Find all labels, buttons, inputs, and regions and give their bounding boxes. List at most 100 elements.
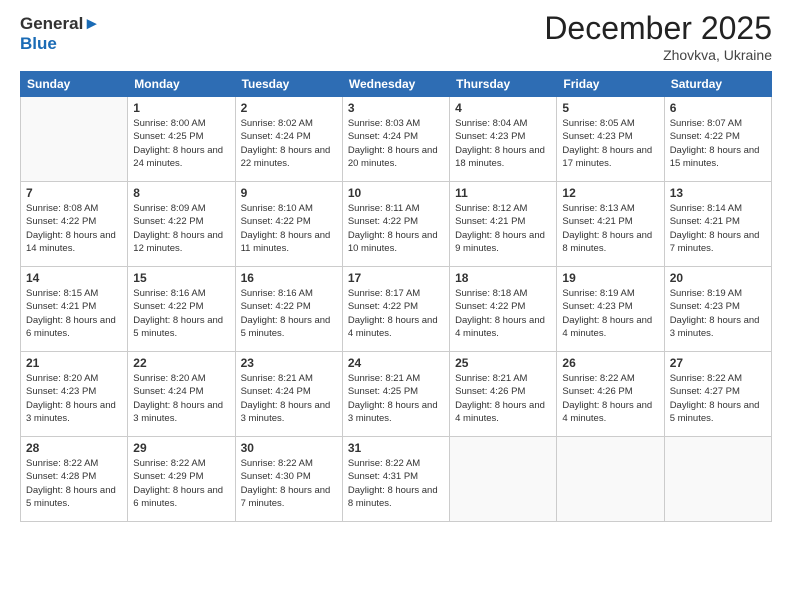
cell-content: Sunrise: 8:22 AM Sunset: 4:30 PM Dayligh… (241, 457, 337, 510)
cell-content: Sunrise: 8:04 AM Sunset: 4:23 PM Dayligh… (455, 117, 551, 170)
sunset-label: Sunset: 4:22 PM (348, 216, 418, 227)
day-number: 31 (348, 441, 444, 455)
day-number: 28 (26, 441, 122, 455)
daylight-label: Daylight: 8 hours and 3 minutes. (670, 315, 760, 339)
sunset-label: Sunset: 4:27 PM (670, 386, 740, 397)
sunset-label: Sunset: 4:23 PM (562, 131, 632, 142)
sunset-label: Sunset: 4:26 PM (455, 386, 525, 397)
sunrise-label: Sunrise: 8:22 AM (133, 458, 205, 469)
cell-content: Sunrise: 8:07 AM Sunset: 4:22 PM Dayligh… (670, 117, 766, 170)
col-monday: Monday (128, 72, 235, 97)
sunrise-label: Sunrise: 8:21 AM (348, 373, 420, 384)
sunset-label: Sunset: 4:21 PM (26, 301, 96, 312)
cell-content: Sunrise: 8:09 AM Sunset: 4:22 PM Dayligh… (133, 202, 229, 255)
title-block: December 2025 Zhovkva, Ukraine (544, 10, 772, 63)
table-row: 16 Sunrise: 8:16 AM Sunset: 4:22 PM Dayl… (235, 267, 342, 352)
sunrise-label: Sunrise: 8:19 AM (670, 288, 742, 299)
daylight-label: Daylight: 8 hours and 7 minutes. (241, 485, 331, 509)
table-row: 29 Sunrise: 8:22 AM Sunset: 4:29 PM Dayl… (128, 437, 235, 522)
sunrise-label: Sunrise: 8:22 AM (26, 458, 98, 469)
sunset-label: Sunset: 4:22 PM (133, 301, 203, 312)
table-row: 6 Sunrise: 8:07 AM Sunset: 4:22 PM Dayli… (664, 97, 771, 182)
table-row: 22 Sunrise: 8:20 AM Sunset: 4:24 PM Dayl… (128, 352, 235, 437)
sunset-label: Sunset: 4:23 PM (455, 131, 525, 142)
header: General► Blue December 2025 Zhovkva, Ukr… (20, 10, 772, 63)
table-row: 8 Sunrise: 8:09 AM Sunset: 4:22 PM Dayli… (128, 182, 235, 267)
daylight-label: Daylight: 8 hours and 3 minutes. (133, 400, 223, 424)
daylight-label: Daylight: 8 hours and 5 minutes. (670, 400, 760, 424)
cell-content: Sunrise: 8:13 AM Sunset: 4:21 PM Dayligh… (562, 202, 658, 255)
sunset-label: Sunset: 4:22 PM (241, 216, 311, 227)
col-saturday: Saturday (664, 72, 771, 97)
cell-content: Sunrise: 8:22 AM Sunset: 4:29 PM Dayligh… (133, 457, 229, 510)
day-number: 6 (670, 101, 766, 115)
sunrise-label: Sunrise: 8:03 AM (348, 118, 420, 129)
sunrise-label: Sunrise: 8:12 AM (455, 203, 527, 214)
daylight-label: Daylight: 8 hours and 9 minutes. (455, 230, 545, 254)
sunset-label: Sunset: 4:24 PM (133, 386, 203, 397)
sunset-label: Sunset: 4:21 PM (562, 216, 632, 227)
col-tuesday: Tuesday (235, 72, 342, 97)
cell-content: Sunrise: 8:22 AM Sunset: 4:27 PM Dayligh… (670, 372, 766, 425)
calendar-week-row: 7 Sunrise: 8:08 AM Sunset: 4:22 PM Dayli… (21, 182, 772, 267)
sunrise-label: Sunrise: 8:20 AM (133, 373, 205, 384)
sunrise-label: Sunrise: 8:02 AM (241, 118, 313, 129)
daylight-label: Daylight: 8 hours and 4 minutes. (562, 400, 652, 424)
sunset-label: Sunset: 4:26 PM (562, 386, 632, 397)
day-number: 9 (241, 186, 337, 200)
cell-content: Sunrise: 8:19 AM Sunset: 4:23 PM Dayligh… (670, 287, 766, 340)
col-sunday: Sunday (21, 72, 128, 97)
sunrise-label: Sunrise: 8:22 AM (670, 373, 742, 384)
daylight-label: Daylight: 8 hours and 5 minutes. (241, 315, 331, 339)
col-thursday: Thursday (450, 72, 557, 97)
daylight-label: Daylight: 8 hours and 8 minutes. (562, 230, 652, 254)
table-row: 23 Sunrise: 8:21 AM Sunset: 4:24 PM Dayl… (235, 352, 342, 437)
sunset-label: Sunset: 4:23 PM (670, 301, 740, 312)
cell-content: Sunrise: 8:21 AM Sunset: 4:24 PM Dayligh… (241, 372, 337, 425)
table-row: 14 Sunrise: 8:15 AM Sunset: 4:21 PM Dayl… (21, 267, 128, 352)
table-row: 30 Sunrise: 8:22 AM Sunset: 4:30 PM Dayl… (235, 437, 342, 522)
daylight-label: Daylight: 8 hours and 4 minutes. (455, 315, 545, 339)
sunset-label: Sunset: 4:24 PM (348, 131, 418, 142)
col-friday: Friday (557, 72, 664, 97)
cell-content: Sunrise: 8:22 AM Sunset: 4:28 PM Dayligh… (26, 457, 122, 510)
daylight-label: Daylight: 8 hours and 11 minutes. (241, 230, 331, 254)
sunset-label: Sunset: 4:23 PM (26, 386, 96, 397)
day-number: 19 (562, 271, 658, 285)
sunrise-label: Sunrise: 8:22 AM (241, 458, 313, 469)
day-number: 24 (348, 356, 444, 370)
day-number: 23 (241, 356, 337, 370)
sunrise-label: Sunrise: 8:22 AM (348, 458, 420, 469)
day-number: 7 (26, 186, 122, 200)
day-number: 15 (133, 271, 229, 285)
sunrise-label: Sunrise: 8:20 AM (26, 373, 98, 384)
sunset-label: Sunset: 4:23 PM (562, 301, 632, 312)
daylight-label: Daylight: 8 hours and 6 minutes. (133, 485, 223, 509)
cell-content: Sunrise: 8:21 AM Sunset: 4:25 PM Dayligh… (348, 372, 444, 425)
table-row: 4 Sunrise: 8:04 AM Sunset: 4:23 PM Dayli… (450, 97, 557, 182)
daylight-label: Daylight: 8 hours and 7 minutes. (670, 230, 760, 254)
table-row (557, 437, 664, 522)
daylight-label: Daylight: 8 hours and 10 minutes. (348, 230, 438, 254)
table-row: 21 Sunrise: 8:20 AM Sunset: 4:23 PM Dayl… (21, 352, 128, 437)
day-number: 22 (133, 356, 229, 370)
day-number: 1 (133, 101, 229, 115)
sunset-label: Sunset: 4:25 PM (133, 131, 203, 142)
cell-content: Sunrise: 8:10 AM Sunset: 4:22 PM Dayligh… (241, 202, 337, 255)
cell-content: Sunrise: 8:22 AM Sunset: 4:31 PM Dayligh… (348, 457, 444, 510)
cell-content: Sunrise: 8:16 AM Sunset: 4:22 PM Dayligh… (241, 287, 337, 340)
sunrise-label: Sunrise: 8:15 AM (26, 288, 98, 299)
sunset-label: Sunset: 4:22 PM (348, 301, 418, 312)
day-number: 5 (562, 101, 658, 115)
sunrise-label: Sunrise: 8:16 AM (241, 288, 313, 299)
daylight-label: Daylight: 8 hours and 4 minutes. (562, 315, 652, 339)
sunrise-label: Sunrise: 8:14 AM (670, 203, 742, 214)
sunrise-label: Sunrise: 8:16 AM (133, 288, 205, 299)
table-row: 9 Sunrise: 8:10 AM Sunset: 4:22 PM Dayli… (235, 182, 342, 267)
table-row: 31 Sunrise: 8:22 AM Sunset: 4:31 PM Dayl… (342, 437, 449, 522)
daylight-label: Daylight: 8 hours and 3 minutes. (241, 400, 331, 424)
cell-content: Sunrise: 8:03 AM Sunset: 4:24 PM Dayligh… (348, 117, 444, 170)
calendar-week-row: 21 Sunrise: 8:20 AM Sunset: 4:23 PM Dayl… (21, 352, 772, 437)
table-row: 17 Sunrise: 8:17 AM Sunset: 4:22 PM Dayl… (342, 267, 449, 352)
daylight-label: Daylight: 8 hours and 12 minutes. (133, 230, 223, 254)
